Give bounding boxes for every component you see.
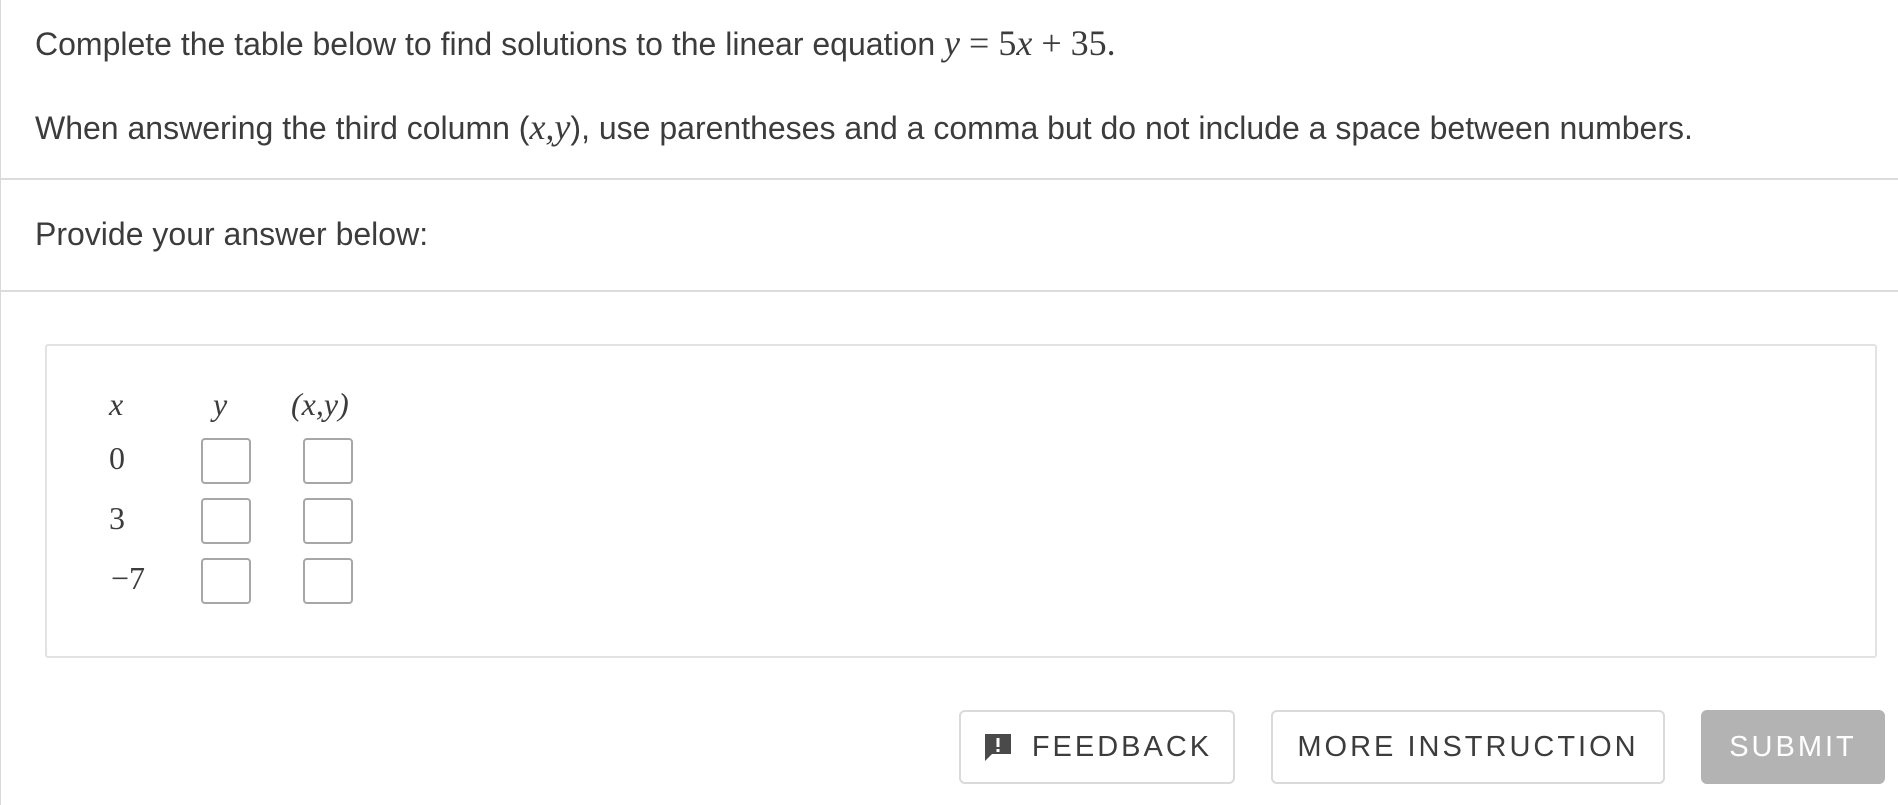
answer-prompt-section: Provide your answer below: [1,180,1898,292]
question-text: Complete the table below to find solutio… [35,26,945,62]
question-line-2: When answering the third column (x,y), u… [35,106,1693,148]
equation-lhs: y [944,23,961,63]
row-3-x: −7 [111,560,146,596]
row-3-xy-input[interactable] [303,558,353,604]
header-y: y [213,386,228,422]
submit-button-label: SUBMIT [1729,730,1857,763]
question-line-1: Complete the table below to find solutio… [35,22,1116,64]
question-section: Complete the table below to find solutio… [1,0,1898,180]
answer-prompt: Provide your answer below: [35,216,429,252]
equation-equals: = [960,23,999,63]
row-3-y-input[interactable] [201,558,251,604]
row-1-y-input[interactable] [201,438,251,484]
equation-variable: x [1016,23,1033,63]
instruction-text-start: When answering the third column ( [35,110,530,146]
instruction-text-end: ), use parentheses and a comma but do no… [570,110,1693,146]
row-1-xy-input[interactable] [303,438,353,484]
feedback-button-label: FEEDBACK [1031,730,1213,763]
instruction-math: x,y [529,107,571,147]
row-2-xy-input[interactable] [303,498,353,544]
equation-constant: + 35 [1032,23,1107,63]
more-instruction-button[interactable]: MORE INSTRUCTION [1271,710,1665,784]
header-x: x [109,386,124,422]
feedback-alert-icon [982,731,1014,763]
equation-coefficient: 5 [998,23,1017,63]
row-2-y-input[interactable] [201,498,251,544]
row-2-x: 3 [109,500,125,536]
submit-button[interactable]: SUBMIT [1701,710,1885,784]
feedback-button[interactable]: FEEDBACK [959,710,1235,784]
row-1-x: 0 [109,440,125,476]
header-xy: (x,y) [291,386,349,422]
answer-table-container: x y (x,y) 0 3 −7 [45,344,1877,658]
question-page: Complete the table below to find solutio… [0,0,1898,805]
more-instruction-button-label: MORE INSTRUCTION [1297,730,1639,763]
equation-period: . [1106,23,1116,63]
